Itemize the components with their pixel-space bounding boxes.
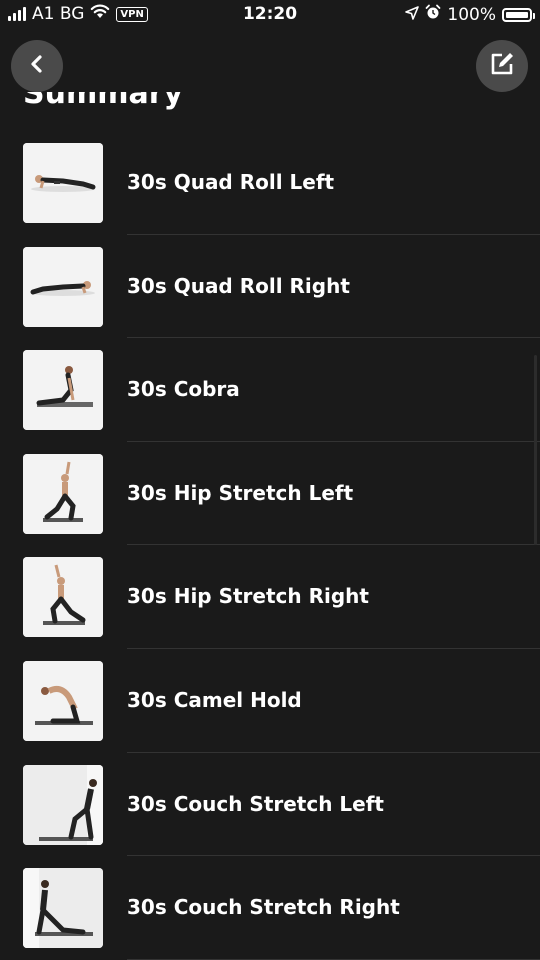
back-button[interactable] [11, 40, 63, 92]
status-bar: A1 BG VPN 12:20 100% [0, 0, 540, 30]
exercise-thumbnail [23, 764, 103, 845]
exercise-label: 30s Camel Hold [127, 687, 302, 712]
exercise-label: 30s Cobra [127, 377, 240, 402]
page-title: Summary [23, 92, 184, 111]
battery-icon [502, 7, 535, 22]
exercise-thumbnail [23, 868, 103, 949]
edit-button[interactable] [476, 40, 528, 92]
exercise-label: 30s Hip Stretch Left [127, 480, 354, 505]
list-item[interactable]: 30s Couch Stretch Left [0, 753, 540, 857]
exercise-thumbnail [23, 143, 103, 223]
exercise-label: 30s Couch Stretch Left [127, 791, 384, 816]
list-item[interactable]: 30s Camel Hold [0, 649, 540, 753]
location-icon [405, 5, 420, 25]
scrollbar[interactable] [534, 355, 537, 545]
status-right: 100% [405, 4, 535, 25]
summary-title-clip: Summary [0, 92, 540, 114]
battery-percent: 100% [447, 4, 496, 25]
exercise-thumbnail [23, 557, 103, 638]
list-item[interactable]: 30s Quad Roll Left [0, 131, 540, 235]
exercise-label: 30s Couch Stretch Right [127, 895, 400, 920]
exercise-label: 30s Quad Roll Left [127, 170, 335, 194]
exercise-thumbnail [23, 453, 103, 534]
edit-square-icon [488, 50, 516, 82]
exercise-thumbnail [23, 660, 103, 741]
list-item[interactable]: 30s Hip Stretch Left [0, 442, 540, 546]
list-item[interactable]: 30s Quad Roll Right [0, 235, 540, 339]
list-item[interactable]: 30s Couch Stretch Right [0, 856, 540, 960]
exercise-label: 30s Hip Stretch Right [127, 584, 369, 609]
list-item[interactable]: 30s Hip Stretch Right [0, 545, 540, 649]
list-item[interactable]: 30s Cobra [0, 338, 540, 442]
alarm-icon [425, 4, 441, 25]
exercise-thumbnail [23, 246, 103, 327]
chevron-left-icon [26, 53, 48, 79]
exercise-label: 30s Quad Roll Right [127, 273, 350, 298]
exercise-thumbnail [23, 350, 103, 431]
exercise-list: 30s Quad Roll Left 30s Quad Roll Right 3… [0, 131, 540, 960]
